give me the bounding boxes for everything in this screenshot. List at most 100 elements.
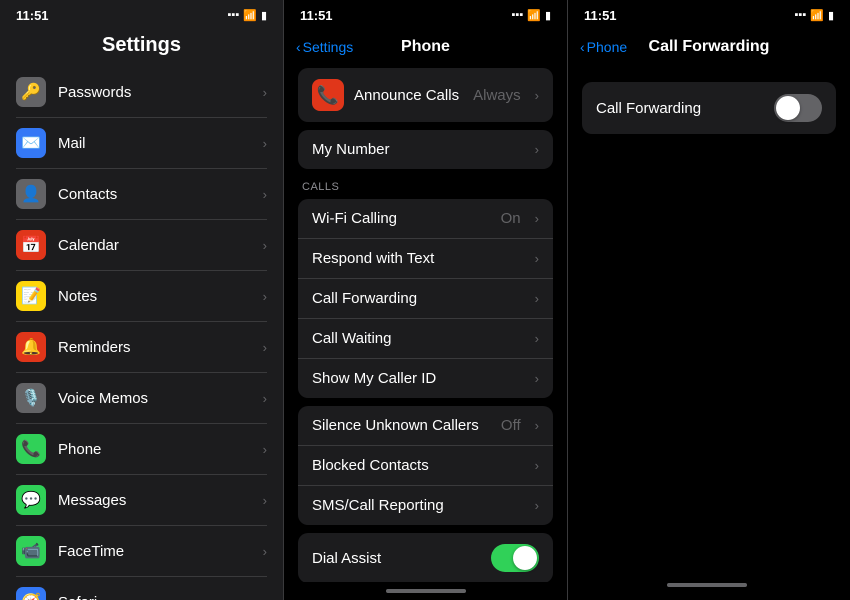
sms-reporting-item[interactable]: SMS/Call Reporting ›: [298, 486, 553, 525]
calendar-chevron: ›: [263, 238, 267, 253]
show-caller-id-label: Show My Caller ID: [312, 370, 525, 387]
settings-header: Settings: [0, 28, 283, 67]
my-number-label: My Number: [312, 141, 525, 158]
wifi-calling-item[interactable]: Wi-Fi Calling On ›: [298, 199, 553, 239]
cf-back-button[interactable]: ‹ Phone: [580, 39, 627, 55]
call-forwarding-item[interactable]: Call Forwarding ›: [298, 279, 553, 319]
status-icons-3: ▪▪▪ 📶 ▮: [795, 9, 834, 22]
notes-chevron: ›: [263, 289, 267, 304]
announce-calls-value: Always: [473, 87, 521, 104]
show-caller-id-item[interactable]: Show My Caller ID ›: [298, 359, 553, 398]
reminders-chevron: ›: [263, 340, 267, 355]
settings-panel: 11:51 ▪▪▪ 📶 ▮ Settings 🔑 Passwords › ✉️ …: [0, 0, 284, 600]
respond-text-item[interactable]: Respond with Text ›: [298, 239, 553, 279]
safari-icon: 🧭: [16, 587, 46, 600]
calls-section-label: CALLS: [298, 177, 553, 199]
settings-item-phone[interactable]: 📞 Phone ›: [16, 424, 267, 475]
silence-callers-value: Off: [501, 417, 521, 434]
cf-back-label: Phone: [587, 39, 627, 55]
signal-icon-3: ▪▪▪: [795, 9, 807, 21]
cf-toggle[interactable]: [774, 94, 822, 122]
voice-memos-icon: 🎙️: [16, 383, 46, 413]
sms-reporting-chevron: ›: [535, 498, 539, 513]
cf-nav-title: Call Forwarding: [649, 38, 770, 56]
battery-icon-1: ▮: [261, 9, 267, 22]
battery-icon-3: ▮: [828, 9, 834, 22]
call-forwarding-chevron: ›: [535, 291, 539, 306]
blocked-contacts-chevron: ›: [535, 458, 539, 473]
cf-toggle-item[interactable]: Call Forwarding: [582, 82, 836, 134]
silence-callers-label: Silence Unknown Callers: [312, 417, 491, 434]
time-1: 11:51: [16, 8, 49, 23]
notes-label: Notes: [58, 288, 251, 305]
dial-assist-group: Dial Assist: [298, 533, 553, 582]
wifi-icon-1: 📶: [243, 9, 257, 22]
phone-settings-panel: 11:51 ▪▪▪ 📶 ▮ ‹ Settings Phone 📞 Announc…: [284, 0, 568, 600]
safari-label: Safari: [58, 594, 251, 600]
settings-item-facetime[interactable]: 📹 FaceTime ›: [16, 526, 267, 577]
call-forwarding-panel: 11:51 ▪▪▪ 📶 ▮ ‹ Phone Call Forwarding Ca…: [568, 0, 850, 600]
status-bar-1: 11:51 ▪▪▪ 📶 ▮: [0, 0, 283, 28]
mail-chevron: ›: [263, 136, 267, 151]
wifi-calling-chevron: ›: [535, 211, 539, 226]
status-bar-2: 11:51 ▪▪▪ 📶 ▮: [284, 0, 567, 28]
settings-item-notes[interactable]: 📝 Notes ›: [16, 271, 267, 322]
signal-icon-2: ▪▪▪: [512, 9, 524, 21]
passwords-chevron: ›: [263, 85, 267, 100]
back-chevron-icon: ‹: [296, 39, 301, 55]
home-indicator-2: [284, 582, 567, 600]
messages-chevron: ›: [263, 493, 267, 508]
my-number-item[interactable]: My Number ›: [298, 130, 553, 169]
settings-item-messages[interactable]: 💬 Messages ›: [16, 475, 267, 526]
call-waiting-label: Call Waiting: [312, 330, 525, 347]
respond-text-label: Respond with Text: [312, 250, 525, 267]
voice-memos-chevron: ›: [263, 391, 267, 406]
silence-callers-item[interactable]: Silence Unknown Callers Off ›: [298, 406, 553, 446]
phone-back-button[interactable]: ‹ Settings: [296, 39, 353, 55]
home-indicator-3: [568, 576, 848, 594]
announce-calls-icon: 📞: [312, 79, 344, 111]
facetime-icon: 📹: [16, 536, 46, 566]
phone-icon: 📞: [16, 434, 46, 464]
messages-icon: 💬: [16, 485, 46, 515]
cf-group: Call Forwarding: [582, 82, 836, 134]
settings-item-reminders[interactable]: 🔔 Reminders ›: [16, 322, 267, 373]
dial-assist-toggle[interactable]: [491, 544, 539, 572]
my-number-chevron: ›: [535, 142, 539, 157]
time-2: 11:51: [300, 8, 333, 23]
phone-nav-bar: ‹ Settings Phone: [284, 28, 567, 68]
settings-item-mail[interactable]: ✉️ Mail ›: [16, 118, 267, 169]
notes-icon: 📝: [16, 281, 46, 311]
settings-item-contacts[interactable]: 👤 Contacts ›: [16, 169, 267, 220]
dial-assist-item[interactable]: Dial Assist: [298, 533, 553, 582]
phone-chevron: ›: [263, 442, 267, 457]
cf-knob: [776, 96, 800, 120]
blocked-contacts-item[interactable]: Blocked Contacts ›: [298, 446, 553, 486]
wifi-icon-2: 📶: [527, 9, 541, 22]
safari-chevron: ›: [263, 595, 267, 600]
settings-item-safari[interactable]: 🧭 Safari ›: [16, 577, 267, 600]
silence-callers-chevron: ›: [535, 418, 539, 433]
back-label: Settings: [303, 39, 354, 55]
cf-back-chevron-icon: ‹: [580, 39, 585, 55]
wifi-icon-3: 📶: [810, 9, 824, 22]
call-forwarding-label-p2: Call Forwarding: [312, 290, 525, 307]
settings-item-voice-memos[interactable]: 🎙️ Voice Memos ›: [16, 373, 267, 424]
cf-label: Call Forwarding: [596, 100, 774, 117]
call-waiting-chevron: ›: [535, 331, 539, 346]
show-caller-id-chevron: ›: [535, 371, 539, 386]
settings-item-passwords[interactable]: 🔑 Passwords ›: [16, 67, 267, 118]
blocked-contacts-label: Blocked Contacts: [312, 457, 525, 474]
status-icons-1: ▪▪▪ 📶 ▮: [228, 9, 267, 22]
home-bar-3: [667, 583, 747, 587]
dial-assist-label: Dial Assist: [312, 550, 481, 567]
call-waiting-item[interactable]: Call Waiting ›: [298, 319, 553, 359]
passwords-label: Passwords: [58, 84, 251, 101]
wifi-calling-value: On: [501, 210, 521, 227]
sms-reporting-label: SMS/Call Reporting: [312, 497, 525, 514]
cf-nav-bar: ‹ Phone Call Forwarding: [568, 28, 850, 68]
phone-list: 📞 Announce Calls Always › My Number › CA…: [284, 68, 567, 582]
battery-icon-2: ▮: [545, 9, 551, 22]
announce-calls-item[interactable]: 📞 Announce Calls Always ›: [298, 68, 553, 122]
settings-item-calendar[interactable]: 📅 Calendar ›: [16, 220, 267, 271]
